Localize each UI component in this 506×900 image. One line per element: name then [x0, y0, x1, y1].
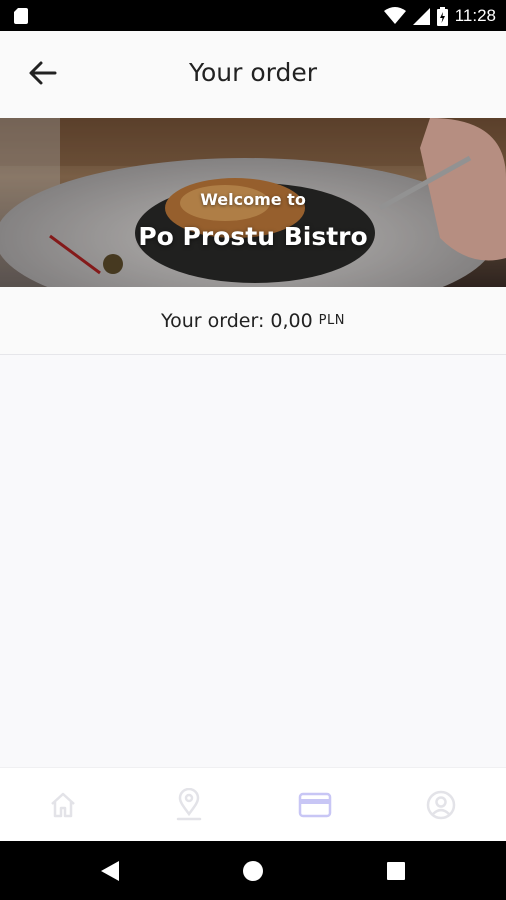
- order-total-label: Your order:: [161, 309, 265, 332]
- restaurant-name: Po Prostu Bistro: [138, 222, 368, 251]
- tab-order[interactable]: [252, 768, 378, 842]
- hero-banner: Welcome to Po Prostu Bistro: [0, 118, 506, 287]
- sd-card-icon: [14, 8, 28, 24]
- order-summary: Your order: 0,00 PLN: [0, 287, 506, 355]
- home-icon: [51, 792, 75, 818]
- credit-card-icon: [298, 792, 332, 818]
- location-pin-icon: [176, 788, 202, 821]
- system-back-button[interactable]: [94, 855, 126, 887]
- order-total-amount: 0,00: [270, 309, 313, 332]
- page-title: Your order: [189, 58, 317, 87]
- back-triangle-icon: [101, 861, 119, 881]
- home-circle-icon: [243, 861, 263, 881]
- tab-home[interactable]: [0, 768, 126, 842]
- status-bar: 11:28: [0, 0, 506, 31]
- battery-icon: [436, 6, 448, 26]
- tab-profile[interactable]: [378, 768, 504, 842]
- system-home-button[interactable]: [237, 855, 269, 887]
- user-circle-icon: [426, 790, 456, 820]
- order-items-list: [0, 355, 506, 767]
- wifi-icon: [383, 7, 406, 24]
- system-navigation-bar: [0, 841, 506, 900]
- order-currency: PLN: [318, 313, 345, 328]
- status-icons: 11:28: [383, 6, 496, 26]
- app-bar: Your order: [0, 31, 506, 118]
- recents-square-icon: [387, 862, 405, 880]
- signal-icon: [412, 7, 430, 25]
- welcome-text: Welcome to: [200, 190, 306, 209]
- system-recents-button[interactable]: [380, 855, 412, 887]
- status-time: 11:28: [454, 6, 496, 25]
- tab-locations[interactable]: [126, 768, 252, 842]
- bottom-navigation: [0, 767, 506, 842]
